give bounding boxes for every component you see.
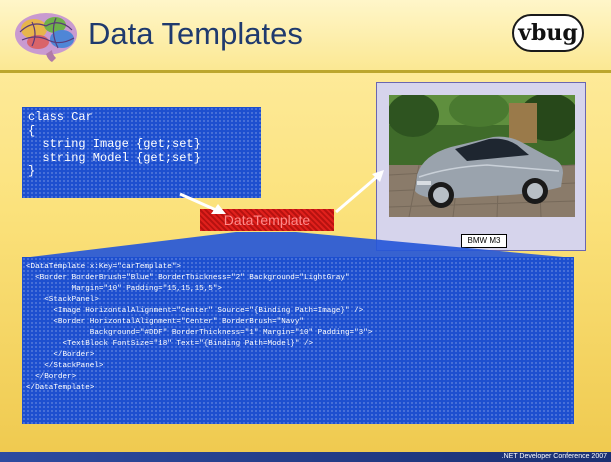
data-template-code-block: <DataTemplate x:Key="carTemplate"> <Bord… [22, 257, 574, 424]
brain-icon [15, 13, 77, 62]
slide: Data Templates vbug class Car { string I… [0, 0, 611, 462]
footer-bar: .NET Developer Conference 2007 [0, 452, 611, 462]
arrow-template-to-car [335, 174, 379, 214]
class-code-block: class Car { string Image {get;set} strin… [22, 107, 261, 198]
data-template-label: DataTemplate [200, 209, 334, 231]
page-title: Data Templates [88, 16, 303, 51]
car-photo [389, 95, 575, 217]
car-card: BMW M3 [376, 82, 586, 251]
footer-text: .NET Developer Conference 2007 [501, 453, 607, 460]
vbug-logo: vbug [512, 14, 584, 52]
car-model-label: BMW M3 [461, 234, 507, 248]
title-divider [0, 70, 611, 73]
